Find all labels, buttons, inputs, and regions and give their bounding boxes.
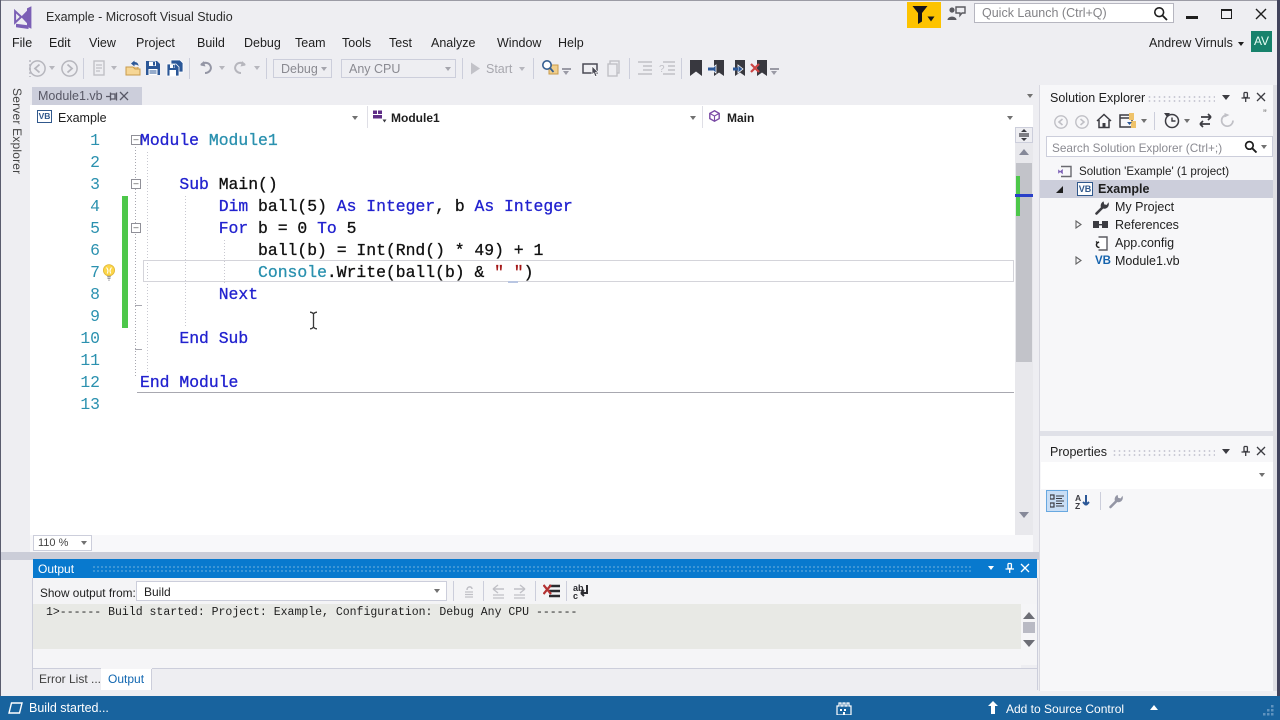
svg-text:c: c (573, 591, 578, 600)
svg-text:Z: Z (1075, 501, 1080, 510)
svg-text:?: ? (659, 64, 665, 75)
